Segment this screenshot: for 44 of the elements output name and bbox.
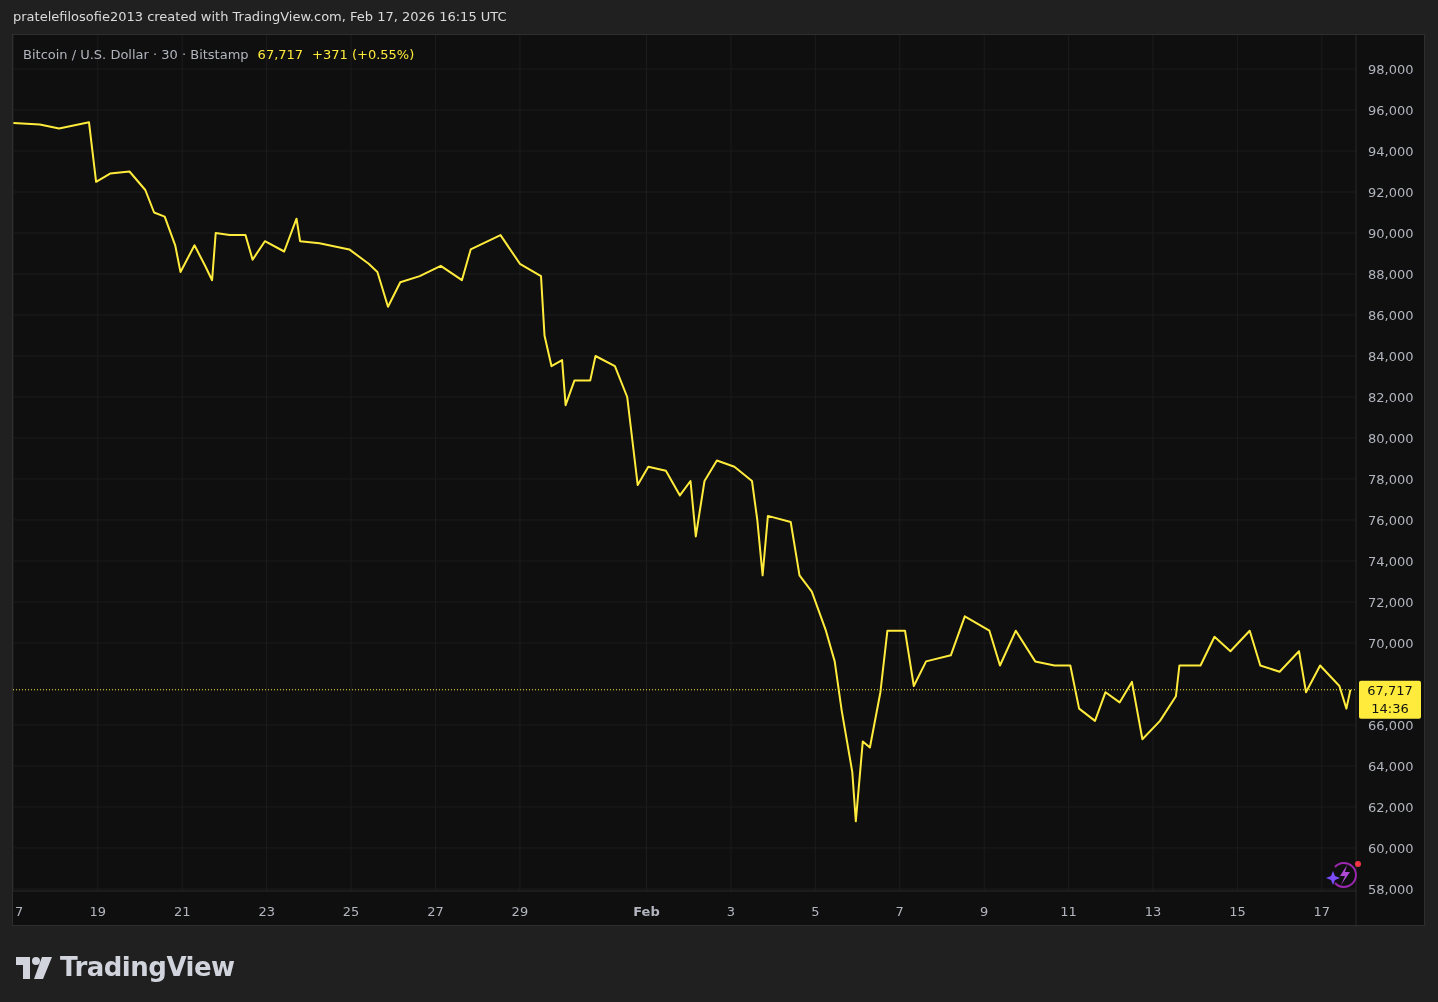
price-value: 67,717 (257, 46, 304, 64)
y-axis-label: 94,000 (1368, 144, 1414, 159)
x-axis-label: 3 (726, 904, 736, 919)
y-axis-label: 60,000 (1368, 840, 1414, 856)
price-change: +371 (+0.55%) (312, 46, 415, 64)
lightning-icon (1326, 861, 1361, 888)
y-axis-label: 96,000 (1368, 103, 1414, 118)
logo-icon (16, 956, 52, 979)
x-axis-label: 7 (895, 904, 904, 919)
y-axis-label: 58,000 (1368, 881, 1414, 897)
y-axis-label: 66,000 (1368, 717, 1414, 733)
x-axis-label: 11 (1060, 904, 1077, 919)
y-axis-label: 62,000 (1368, 799, 1414, 815)
y-axis-label: 74,000 (1368, 554, 1414, 569)
x-axis-label: 15 (1229, 904, 1246, 919)
x-axis-label: 17 (1313, 904, 1331, 919)
symbol-title: Bitcoin / U.S. Dollar · 30 · Bitstamp (23, 46, 249, 64)
x-axis-label: 7 (15, 904, 24, 919)
x-axis-label: 9 (980, 904, 989, 919)
x-axis-label: 27 (427, 904, 444, 919)
y-axis-label: 82,000 (1368, 390, 1414, 405)
x-axis-label: 19 (89, 904, 107, 919)
y-axis-label: 80,000 (1368, 431, 1414, 446)
x-axis-label: Feb (633, 904, 660, 919)
logo-text: TradingView (60, 951, 235, 984)
y-axis-label: 88,000 (1368, 267, 1414, 282)
price-tag: 67,717 14:36 (1359, 680, 1421, 719)
y-axis-label: 84,000 (1368, 349, 1414, 364)
y-axis-label: 98,000 (1368, 62, 1414, 78)
x-axis-label: 21 (173, 904, 191, 919)
y-axis-label: 64,000 (1368, 758, 1414, 774)
y-axis-label: 76,000 (1368, 513, 1414, 528)
x-axis-label: 5 (811, 904, 820, 919)
y-axis-label: 78,000 (1368, 472, 1414, 487)
y-axis-label: 90,000 (1368, 226, 1414, 241)
y-axis-label: 70,000 (1368, 635, 1414, 651)
y-axis-label: 72,000 (1368, 595, 1414, 610)
x-axis-label: 29 (511, 904, 529, 919)
y-axis-label: 92,000 (1368, 185, 1414, 200)
x-axis-label: 13 (1144, 904, 1162, 919)
x-axis-label: 23 (258, 904, 275, 919)
y-axis-label: 86,000 (1368, 308, 1414, 323)
attribution-text: pratelefilosofie2013 created with TradingView.com, Feb 17, 2026 16:15 UTC (13, 8, 507, 27)
x-axis-label: 25 (342, 904, 360, 919)
